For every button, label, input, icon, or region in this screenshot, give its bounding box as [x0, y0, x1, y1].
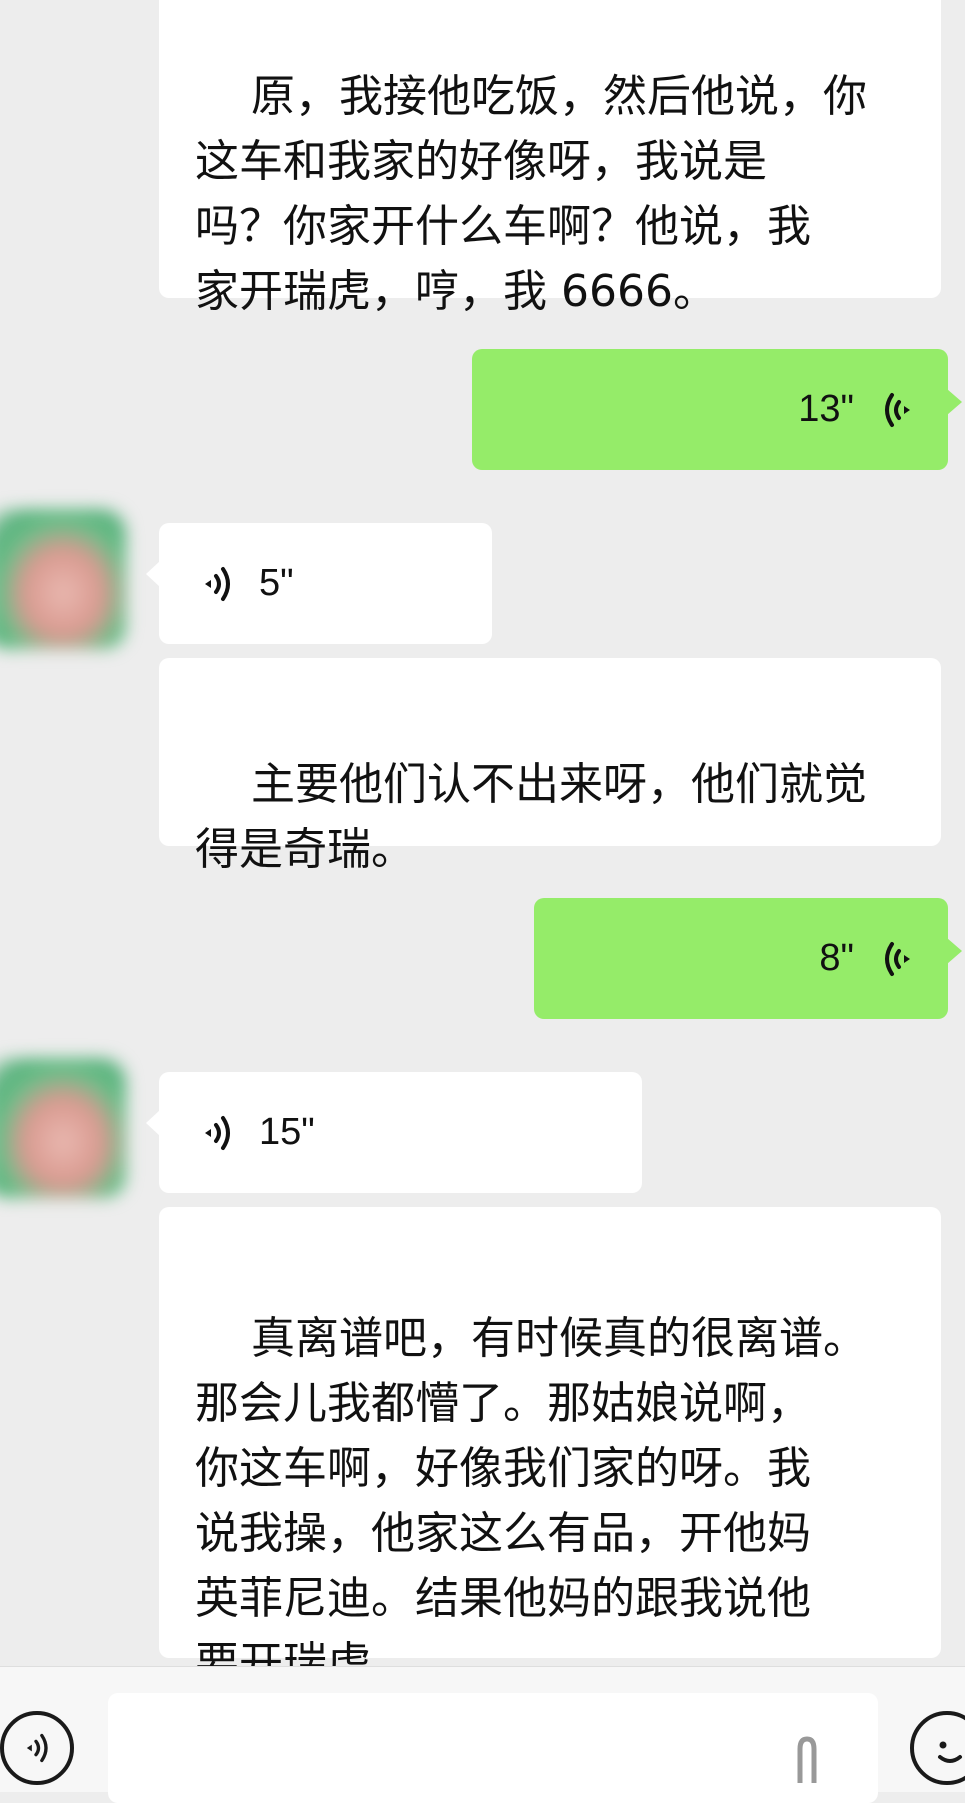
voice-message-incoming[interactable]: 5" [146, 523, 492, 644]
voice-duration: 15" [259, 1111, 315, 1153]
voice-duration: 5" [259, 562, 294, 604]
bubble-tail [947, 389, 962, 415]
voice-message-incoming[interactable]: 15" [146, 1072, 642, 1193]
voice-icon [26, 1733, 48, 1763]
message-text: 主要他们认不出来呀，他们就觉 得是奇瑞。 [195, 759, 867, 875]
bubble-tail [146, 1110, 160, 1136]
message-bubble-incoming-text[interactable]: 主要他们认不出来呀，他们就觉 得是奇瑞。 [159, 658, 941, 875]
emoji-button[interactable] [910, 1711, 965, 1785]
voice-duration: 13" [798, 388, 854, 430]
voice-message-outgoing[interactable]: 8" [534, 898, 962, 1019]
voice-duration: 8" [819, 937, 854, 979]
voice-message-outgoing[interactable]: 13" [472, 349, 962, 470]
emoji-icon [938, 1741, 962, 1763]
cursor-handle-icon [797, 1736, 817, 1783]
voice-wave-outgoing-icon [885, 941, 910, 976]
bubble-tail [146, 561, 160, 587]
voice-wave-incoming-icon [205, 1115, 230, 1150]
contact-avatar[interactable] [0, 1058, 126, 1198]
chat-area[interactable]: 原，我接他吃饭，然后他说，你 这车和我家的好像呀，我说是 吗？你家开什么车啊？他… [0, 0, 965, 1666]
message-input[interactable] [108, 1693, 878, 1803]
contact-avatar[interactable] [0, 509, 126, 649]
input-bar [0, 1666, 965, 1803]
bubble-tail [947, 938, 962, 964]
voice-wave-outgoing-icon [885, 392, 910, 427]
voice-toggle-button[interactable] [0, 1711, 74, 1785]
message-bubble-incoming-text[interactable]: 原，我接他吃饭，然后他说，你 这车和我家的好像呀，我说是 吗？你家开什么车啊？他… [159, 0, 941, 317]
message-text: 原，我接他吃饭，然后他说，你 这车和我家的好像呀，我说是 吗？你家开什么车啊？他… [195, 71, 867, 317]
message-text: 真离谱吧，有时候真的很离谱。 那会儿我都懵了。那姑娘说啊， 你这车啊，好像我们家… [195, 1313, 867, 1666]
message-bubble-incoming-text[interactable]: 真离谱吧，有时候真的很离谱。 那会儿我都懵了。那姑娘说啊， 你这车啊，好像我们家… [159, 1207, 941, 1666]
voice-wave-incoming-icon [205, 566, 230, 601]
